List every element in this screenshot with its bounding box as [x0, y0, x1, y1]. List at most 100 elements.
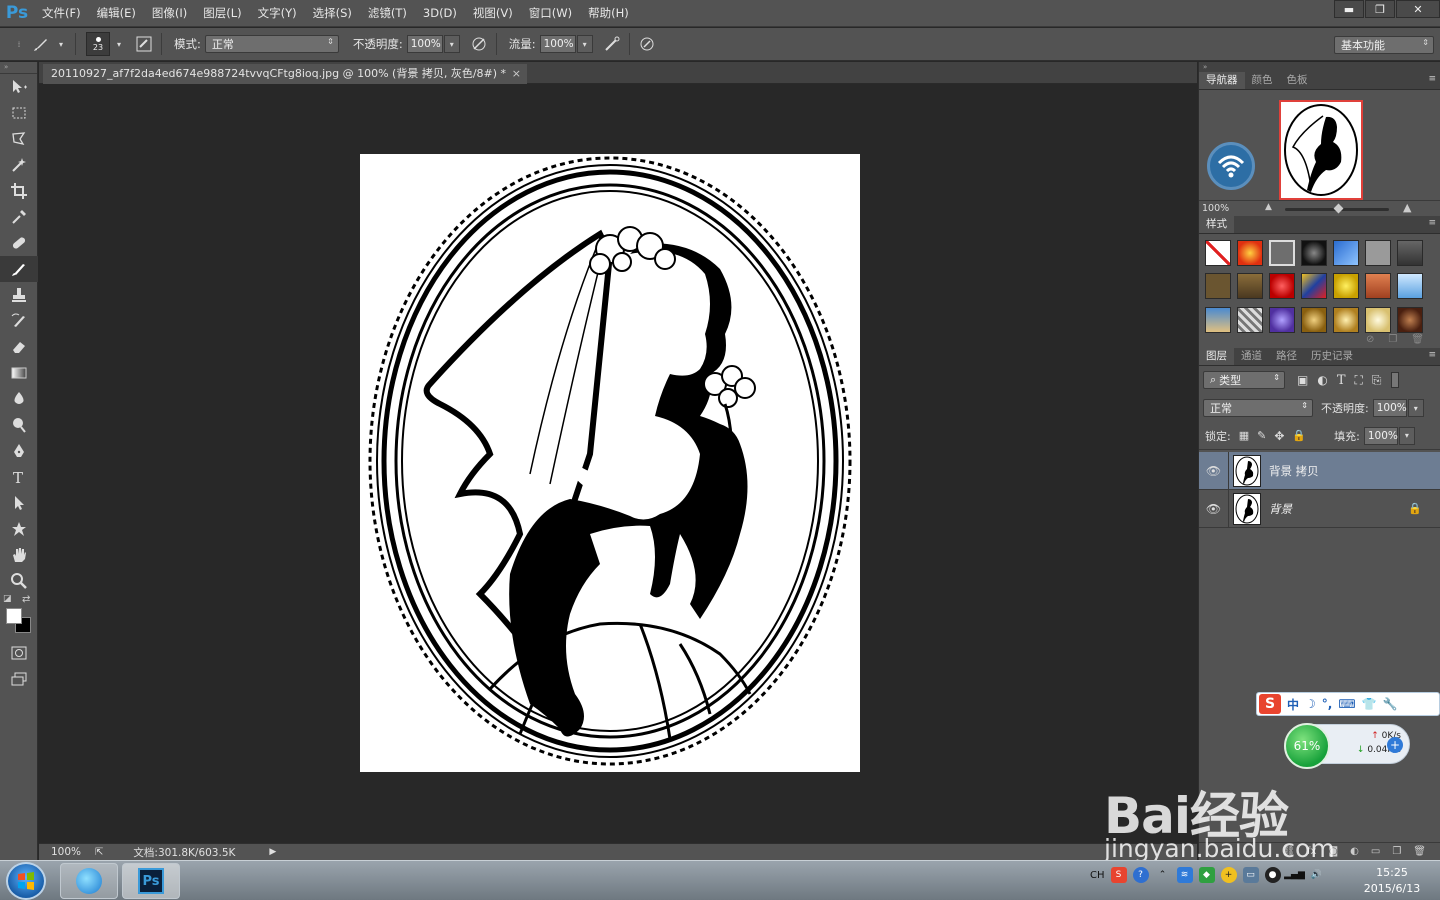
panel-menu-icon[interactable]: ≡	[1428, 350, 1436, 360]
navigator-zoom-value[interactable]: 100%	[1202, 203, 1229, 214]
opacity-input[interactable]: 100%	[406, 35, 443, 53]
style-swatch[interactable]	[1237, 240, 1263, 266]
brush-preset-icon[interactable]	[30, 33, 52, 55]
clear-style-icon[interactable]: ⊘	[1366, 334, 1374, 348]
navigator-thumbnail[interactable]	[1279, 100, 1363, 200]
lock-pixels-icon[interactable]: ✎	[1257, 429, 1266, 442]
filter-pixel-icon[interactable]: ▣	[1297, 373, 1308, 387]
pen-tool-icon[interactable]	[0, 438, 38, 464]
menu-3d[interactable]: 3D(D)	[415, 0, 465, 27]
style-swatch[interactable]	[1301, 240, 1327, 266]
ime-chinese-mode[interactable]: 中	[1287, 696, 1299, 713]
dodge-tool-icon[interactable]	[0, 412, 38, 438]
style-swatch[interactable]	[1301, 273, 1327, 300]
document-canvas[interactable]	[360, 154, 860, 772]
style-none-icon[interactable]	[1205, 240, 1231, 266]
restore-button[interactable]: ❐	[1365, 0, 1395, 18]
taskbar-browser-button[interactable]	[60, 863, 118, 899]
clone-stamp-tool-icon[interactable]	[0, 282, 38, 308]
minimize-button[interactable]: ▬	[1334, 0, 1364, 18]
workspace-select[interactable]: 基本功能 ⇕	[1334, 36, 1434, 54]
marquee-tool-icon[interactable]	[0, 100, 38, 126]
new-group-icon[interactable]: ▭	[1371, 846, 1380, 857]
ime-tools-icon[interactable]: 🔧	[1383, 697, 1398, 711]
tab-paths[interactable]: 路径	[1269, 348, 1304, 365]
style-swatch[interactable]	[1205, 306, 1231, 333]
new-layer-icon[interactable]: ❐	[1392, 846, 1401, 857]
style-swatch[interactable]	[1397, 306, 1423, 333]
tab-navigator[interactable]: 导航器	[1199, 72, 1245, 89]
menu-file[interactable]: 文件(F)	[34, 0, 89, 27]
history-brush-tool-icon[interactable]	[0, 308, 38, 334]
style-swatch[interactable]	[1333, 273, 1359, 300]
wifi-tray-icon[interactable]: ≋	[1176, 867, 1193, 883]
delete-layer-icon[interactable]: 🗑	[1413, 846, 1426, 857]
filter-shape-icon[interactable]: ⛶	[1355, 373, 1363, 388]
tray-expand-icon[interactable]: ⌃	[1155, 867, 1171, 883]
style-swatch[interactable]	[1397, 240, 1423, 266]
navigator-zoom-knob[interactable]	[1333, 203, 1344, 214]
style-swatch[interactable]	[1237, 306, 1263, 333]
blend-mode-select[interactable]: 正常 ⇕	[1203, 399, 1313, 417]
pressure-opacity-icon[interactable]	[468, 33, 490, 55]
menu-help[interactable]: 帮助(H)	[580, 0, 637, 27]
quick-mask-icon[interactable]	[0, 640, 38, 666]
start-button-icon[interactable]	[6, 862, 46, 900]
style-swatch[interactable]	[1269, 240, 1295, 266]
default-colors-icon[interactable]: ◪	[3, 594, 12, 604]
panel-menu-icon[interactable]: ≡	[1428, 218, 1436, 228]
clock[interactable]: 15:25 2015/6/13	[1354, 865, 1430, 897]
type-tool-icon[interactable]: T	[0, 464, 38, 490]
language-indicator[interactable]: CH	[1090, 870, 1105, 881]
menu-edit[interactable]: 编辑(E)	[89, 0, 144, 27]
tab-history[interactable]: 历史记录	[1304, 348, 1360, 365]
flow-dropdown-icon[interactable]: ▾	[576, 35, 593, 53]
zoom-out-icon[interactable]: ▲	[1265, 202, 1272, 212]
hand-tool-icon[interactable]	[0, 542, 38, 568]
speed-boost-icon[interactable]: +	[1387, 737, 1403, 753]
layer-row[interactable]: 👁 背景 拷贝	[1199, 451, 1440, 490]
zoom-readout[interactable]: 100%	[51, 846, 81, 858]
ime-keyboard-icon[interactable]: ⌨	[1338, 697, 1355, 711]
airbrush-icon[interactable]	[601, 33, 623, 55]
path-selection-tool-icon[interactable]	[0, 490, 38, 516]
adjustment-layer-icon[interactable]: ◐	[1350, 846, 1359, 857]
eye-icon[interactable]: 👁	[1199, 489, 1229, 528]
custom-shape-tool-icon[interactable]	[0, 516, 38, 542]
layer-name[interactable]: 背景	[1269, 501, 1292, 517]
menu-window[interactable]: 窗口(W)	[521, 0, 580, 27]
magic-wand-tool-icon[interactable]	[0, 152, 38, 178]
style-swatch[interactable]	[1365, 306, 1391, 333]
security-tray-icon[interactable]: ◆	[1198, 867, 1215, 883]
menu-select[interactable]: 选择(S)	[305, 0, 360, 27]
eraser-tool-icon[interactable]	[0, 334, 38, 360]
taskbar-photoshop-button[interactable]: Ps	[122, 863, 180, 899]
ime-skin-icon[interactable]: 👕	[1362, 697, 1377, 711]
style-swatch[interactable]	[1269, 273, 1295, 300]
sogou-tray-icon[interactable]: S	[1110, 867, 1127, 883]
lasso-tool-icon[interactable]	[0, 126, 38, 152]
zoom-in-icon[interactable]: ▲	[1403, 201, 1411, 214]
layer-name[interactable]: 背景 拷贝	[1269, 463, 1319, 479]
memory-usage-ball[interactable]: 61%	[1284, 723, 1330, 769]
ime-halfwidth-icon[interactable]: ☽	[1305, 697, 1316, 711]
tab-styles[interactable]: 样式	[1199, 216, 1234, 233]
new-style-icon[interactable]: ❐	[1388, 334, 1397, 348]
qq-tray-icon[interactable]: ●	[1264, 867, 1281, 883]
lock-transparent-icon[interactable]: ▦	[1239, 429, 1249, 442]
lock-position-icon[interactable]: ✥	[1274, 429, 1284, 443]
style-swatch[interactable]	[1365, 273, 1391, 300]
layer-row[interactable]: 👁 背景 🔒	[1199, 489, 1440, 528]
flow-input[interactable]: 100%	[539, 35, 576, 53]
mode-select[interactable]: 正常 ⇕	[204, 35, 339, 53]
style-swatch[interactable]	[1301, 306, 1327, 333]
style-swatch[interactable]	[1333, 240, 1359, 266]
layer-filter-select[interactable]: ⌕ 类型 ⇕	[1203, 371, 1285, 389]
tab-color[interactable]: 颜色	[1245, 72, 1280, 89]
tab-swatches[interactable]: 色板	[1280, 72, 1315, 89]
healing-brush-tool-icon[interactable]	[0, 230, 38, 256]
filter-adjustment-icon[interactable]: ◐	[1317, 373, 1327, 387]
brush-tool-icon[interactable]	[0, 256, 38, 282]
pressure-size-icon[interactable]	[636, 33, 658, 55]
canvas-area[interactable]	[39, 85, 1197, 842]
